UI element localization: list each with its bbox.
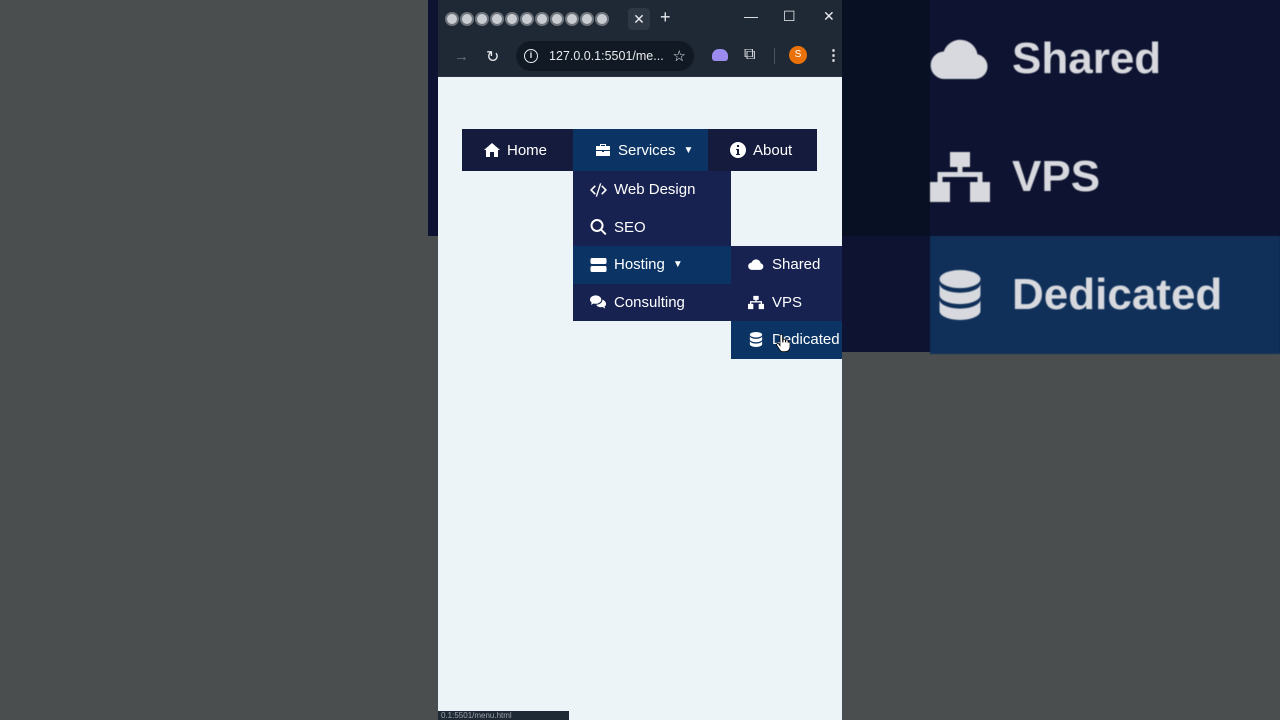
globe-icon[interactable] (490, 11, 504, 26)
globe-icon[interactable] (565, 11, 579, 26)
dropdown-item-label: Hosting (614, 256, 665, 274)
menu-about-label: About (753, 141, 793, 159)
zoomed-preview: Shared VPS Dedicated (842, 0, 1280, 720)
more-menu-icon[interactable]: ⋮ (826, 46, 841, 64)
cloud-icon (930, 39, 988, 80)
zoom-dedicated-row: Dedicated (930, 236, 1280, 354)
forward-icon[interactable]: → (454, 48, 469, 65)
reload-icon[interactable]: ↻ (486, 47, 499, 67)
site-info-icon[interactable]: i (524, 49, 538, 63)
dropdown-item-consulting[interactable]: Consulting (573, 284, 731, 322)
menu-services[interactable]: Services ▼ (573, 129, 708, 171)
database-icon (749, 332, 763, 348)
extension-ghost-icon[interactable] (712, 49, 728, 61)
dropdown-item-label: Web Design (614, 181, 696, 199)
dropdown-item-hosting[interactable]: Hosting ▼ (573, 246, 731, 284)
globe-icon[interactable] (445, 11, 459, 26)
zoom-shared-label: Shared (1012, 34, 1162, 83)
address-bar[interactable]: i 127.0.0.1:5501/me... ☆ (516, 41, 694, 71)
globe-icon[interactable] (550, 11, 564, 26)
extensions-puzzle-icon[interactable]: ⧉ (744, 46, 755, 64)
home-icon (484, 143, 500, 157)
bookmark-star-icon[interactable]: ☆ (673, 47, 686, 65)
database-icon (939, 270, 981, 320)
globe-icon[interactable] (475, 11, 489, 26)
nav-menu: Home Services ▼ About (462, 129, 817, 171)
caret-down-icon: ▼ (672, 259, 683, 271)
menu-about[interactable]: About (708, 129, 817, 171)
close-tab-icon[interactable]: ✕ (628, 8, 650, 30)
left-dark-edge (428, 0, 438, 236)
globe-icon[interactable] (580, 11, 594, 26)
globe-icon[interactable] (520, 11, 534, 26)
zoom-left-strip (842, 0, 930, 236)
zoom-vps-row: VPS (930, 118, 1280, 236)
url-text[interactable]: 127.0.0.1:5501/me... (549, 49, 664, 63)
menu-home-label: Home (507, 141, 548, 159)
services-dropdown: Web Design SEO Hosting ▼ Consulting (573, 171, 731, 321)
toolbar-separator (774, 48, 775, 64)
page-viewport: Home Services ▼ About Web Design SEO Hos… (438, 77, 842, 720)
minimize-icon[interactable]: — (744, 8, 758, 24)
dropdown-item-label: SEO (614, 218, 646, 236)
globe-icon[interactable] (535, 11, 549, 26)
briefcase-icon (596, 144, 610, 156)
dropdown-item-label: Consulting (614, 293, 685, 311)
submenu-item-label: VPS (772, 293, 803, 311)
dropdown-item-seo[interactable]: SEO (573, 209, 731, 247)
browser-window: ✕ + — ☐ ✕ → ↻ i 127.0.0.1:5501/me... ☆ ⧉… (438, 0, 842, 720)
maximize-icon[interactable]: ☐ (783, 8, 796, 25)
server-icon (590, 257, 607, 272)
submenu-item-label: Shared (772, 256, 821, 274)
network-icon (748, 295, 764, 309)
tab-favicons[interactable] (445, 11, 609, 26)
address-toolbar: → ↻ i 127.0.0.1:5501/me... ☆ ⧉ S ⋮ (438, 37, 842, 77)
globe-icon[interactable] (595, 11, 609, 26)
submenu-item-vps[interactable]: VPS (731, 284, 842, 322)
dropdown-item-web-design[interactable]: Web Design (573, 171, 731, 209)
close-window-icon[interactable]: ✕ (823, 8, 835, 25)
zoom-shared-row: Shared (930, 0, 1280, 118)
comments-icon (590, 295, 607, 309)
globe-icon[interactable] (460, 11, 474, 26)
menu-home[interactable]: Home (462, 129, 573, 171)
caret-down-icon: ▼ (683, 144, 694, 156)
tab-strip: ✕ + — ☐ ✕ (438, 0, 842, 37)
search-icon (590, 219, 607, 236)
globe-icon[interactable] (505, 11, 519, 26)
zoom-dedicated-label: Dedicated (1012, 270, 1223, 319)
info-circle-icon (730, 142, 746, 158)
profile-avatar[interactable]: S (789, 46, 807, 64)
menu-services-label: Services (618, 141, 676, 159)
network-icon (930, 152, 990, 202)
cloud-icon (748, 259, 764, 271)
submenu-item-shared[interactable]: Shared (731, 246, 842, 284)
new-tab-icon[interactable]: + (660, 7, 671, 28)
status-bar: 0.1:5501/menu.html (438, 711, 569, 720)
hand-cursor-icon (776, 334, 790, 352)
code-icon (590, 183, 607, 197)
zoom-vps-label: VPS (1012, 152, 1101, 201)
